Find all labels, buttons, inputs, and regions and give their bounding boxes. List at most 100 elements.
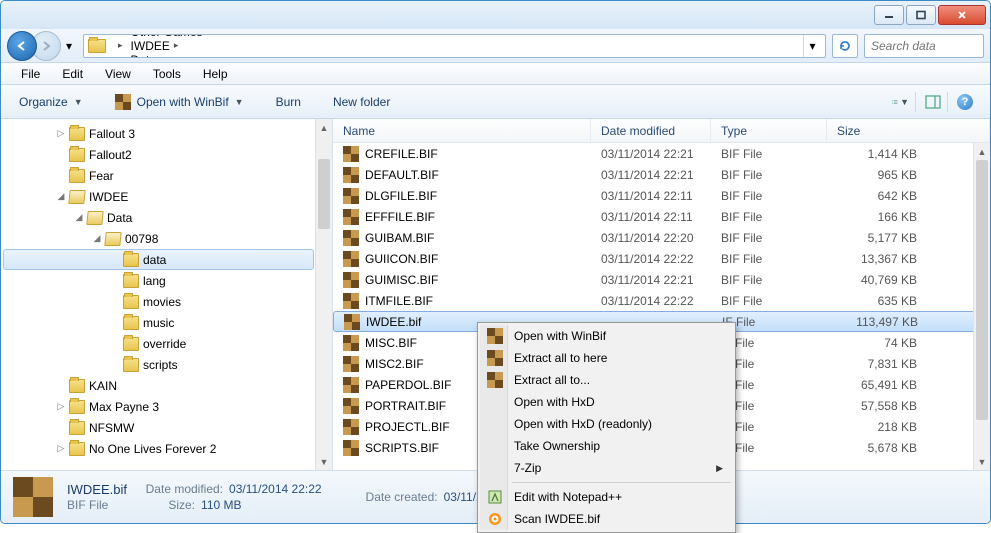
tree-node[interactable]: ◢IWDEE xyxy=(1,186,332,207)
tree-twisty[interactable]: ◢ xyxy=(73,212,85,223)
file-size: 166 KB xyxy=(827,210,927,224)
context-menu-item[interactable]: Open with WinBif xyxy=(480,325,733,347)
table-row[interactable]: EFFFILE.BIF03/11/2014 22:11BIF File166 K… xyxy=(333,206,990,227)
view-mode-button[interactable]: ▼ xyxy=(892,92,916,112)
tree-node[interactable]: music xyxy=(1,312,332,333)
folder-icon xyxy=(86,211,103,225)
tree-node[interactable]: ◢Data xyxy=(1,207,332,228)
search-input[interactable] xyxy=(871,39,977,53)
file-size: 5,678 KB xyxy=(827,441,927,455)
table-row[interactable]: ITMFILE.BIF03/11/2014 22:22BIF File635 K… xyxy=(333,290,990,311)
tree-label: Fear xyxy=(89,169,114,183)
tree-node[interactable]: ▷No One Lives Forever 2 xyxy=(1,438,332,459)
preview-pane-button[interactable] xyxy=(924,92,948,112)
refresh-button[interactable] xyxy=(832,34,858,58)
nav-history-dropdown[interactable]: ▾ xyxy=(61,34,77,58)
context-menu-item[interactable]: Extract all to... xyxy=(480,369,733,391)
tree-scrollbar[interactable]: ▲▼ xyxy=(315,119,332,470)
new-folder-button[interactable]: New folder xyxy=(325,92,398,112)
close-button[interactable] xyxy=(938,5,986,25)
file-icon xyxy=(343,419,359,435)
tree-node[interactable]: ◢00798 xyxy=(1,228,332,249)
back-button[interactable] xyxy=(7,31,37,61)
tree-twisty[interactable]: ▷ xyxy=(55,443,67,454)
file-type: BIF File xyxy=(711,189,827,203)
context-menu-item[interactable]: Open with HxD (readonly) xyxy=(480,413,733,435)
file-size: 57,558 KB xyxy=(827,399,927,413)
context-menu-item[interactable]: 7-Zip▶ xyxy=(480,457,733,479)
burn-button[interactable]: Burn xyxy=(268,92,309,112)
folder-tree[interactable]: ▷Fallout 3Fallout2 Fear ◢IWDEE◢Data◢00798d… xyxy=(1,119,333,470)
col-date[interactable]: Date modified xyxy=(591,119,711,142)
folder-icon xyxy=(123,295,139,309)
file-size: 965 KB xyxy=(827,168,927,182)
maximize-button[interactable] xyxy=(906,5,936,25)
breadcrumb[interactable]: ▸ Computer▸STEAMGAMES (D:)▸Other Games▸I… xyxy=(83,34,826,58)
tree-node[interactable]: KAIN xyxy=(1,375,332,396)
table-row[interactable]: CREFILE.BIF03/11/2014 22:21BIF File1,414… xyxy=(333,143,990,164)
tree-node[interactable]: Fear xyxy=(1,165,332,186)
breadcrumb-segment[interactable]: Data▸ xyxy=(127,53,252,58)
menu-help[interactable]: Help xyxy=(193,65,238,83)
tree-node[interactable]: ▷Max Payne 3 xyxy=(1,396,332,417)
tree-node[interactable]: Fallout2 xyxy=(1,144,332,165)
tree-node[interactable]: lang xyxy=(1,270,332,291)
list-scrollbar[interactable]: ▲▼ xyxy=(973,143,990,470)
menu-file[interactable]: File xyxy=(11,65,50,83)
file-icon xyxy=(344,314,360,330)
folder-icon xyxy=(69,148,85,162)
bif-icon xyxy=(115,94,131,110)
context-menu-item[interactable]: Take Ownership xyxy=(480,435,733,457)
table-row[interactable]: GUIBAM.BIF03/11/2014 22:20BIF File5,177 … xyxy=(333,227,990,248)
file-type: BIF File xyxy=(711,252,827,266)
menu-tools[interactable]: Tools xyxy=(143,65,191,83)
context-menu-item[interactable]: Open with HxD xyxy=(480,391,733,413)
file-date: 03/11/2014 22:22 xyxy=(591,252,711,266)
open-with-button[interactable]: Open with WinBif▼ xyxy=(107,91,252,113)
file-icon xyxy=(343,209,359,225)
context-menu-label: Open with WinBif xyxy=(514,329,606,343)
file-icon xyxy=(343,377,359,393)
file-name: ITMFILE.BIF xyxy=(365,294,433,308)
tree-node[interactable]: override xyxy=(1,333,332,354)
details-thumbnail xyxy=(13,477,53,517)
table-row[interactable]: DEFAULT.BIF03/11/2014 22:21BIF File965 K… xyxy=(333,164,990,185)
help-button[interactable]: ? xyxy=(956,92,980,112)
titlebar xyxy=(1,1,990,29)
col-size[interactable]: Size xyxy=(827,119,990,142)
search-box[interactable] xyxy=(864,34,984,58)
tree-node[interactable]: ▷Fallout 3 xyxy=(1,123,332,144)
context-menu-item[interactable]: Edit with Notepad++ xyxy=(480,486,733,508)
tree-node[interactable]: movies xyxy=(1,291,332,312)
context-menu-item[interactable]: Extract all to here xyxy=(480,347,733,369)
location-icon xyxy=(88,39,106,53)
menu-view[interactable]: View xyxy=(95,65,141,83)
table-row[interactable]: GUIMISC.BIF03/11/2014 22:21BIF File40,76… xyxy=(333,269,990,290)
file-size: 218 KB xyxy=(827,420,927,434)
nav-buttons: ▾ xyxy=(7,31,77,61)
menu-edit[interactable]: Edit xyxy=(52,65,93,83)
table-row[interactable]: DLGFILE.BIF03/11/2014 22:11BIF File642 K… xyxy=(333,185,990,206)
breadcrumb-dropdown[interactable]: ▾ xyxy=(803,35,821,57)
tree-twisty[interactable]: ▷ xyxy=(55,128,67,139)
minimize-button[interactable] xyxy=(874,5,904,25)
table-row[interactable]: GUIICON.BIF03/11/2014 22:22BIF File13,36… xyxy=(333,248,990,269)
tree-twisty[interactable]: ▷ xyxy=(55,401,67,412)
folder-icon xyxy=(69,127,85,141)
col-name[interactable]: Name xyxy=(333,119,591,142)
organize-button[interactable]: Organize▼ xyxy=(11,92,91,112)
col-type[interactable]: Type xyxy=(711,119,827,142)
folder-icon xyxy=(123,337,139,351)
tree-node[interactable]: NFSMW xyxy=(1,417,332,438)
context-menu-item[interactable]: Scan IWDEE.bif xyxy=(480,508,733,530)
tree-twisty[interactable]: ◢ xyxy=(91,233,103,244)
tree-node[interactable]: data xyxy=(3,249,314,270)
tree-twisty[interactable]: ◢ xyxy=(55,191,67,202)
file-name: PROJECTL.BIF xyxy=(365,420,450,434)
tree-node[interactable]: scripts xyxy=(1,354,332,375)
breadcrumb-segment[interactable]: IWDEE▸ xyxy=(127,39,252,53)
file-icon xyxy=(343,356,359,372)
file-type: BIF File xyxy=(711,210,827,224)
column-headers[interactable]: Name Date modified Type Size xyxy=(333,119,990,143)
file-size: 74 KB xyxy=(827,336,927,350)
